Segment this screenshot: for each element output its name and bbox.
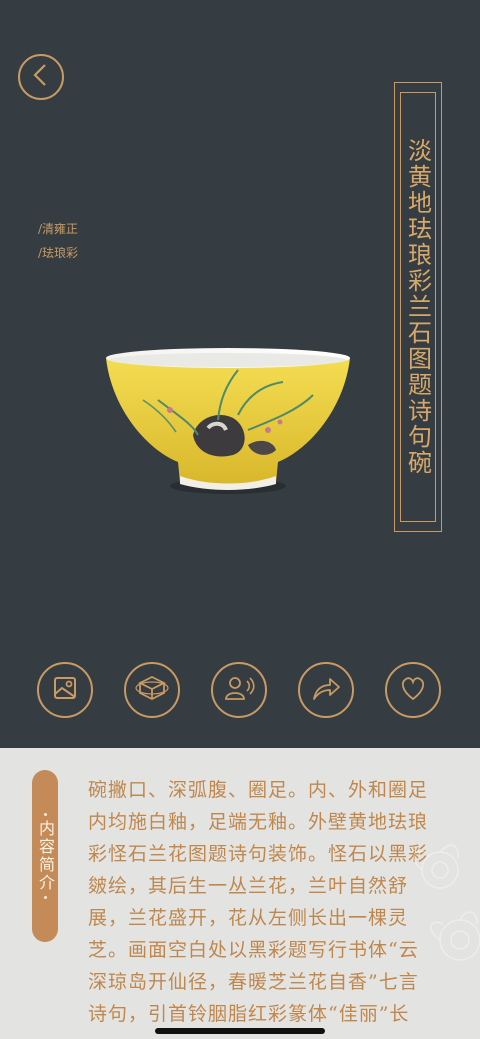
dynasty-label: /清雍正	[38, 222, 79, 236]
audio-guide-button[interactable]	[211, 662, 267, 718]
3d-cube-icon	[135, 673, 169, 707]
intro-tag-label: 内容简介	[36, 820, 55, 892]
flower-watermark-icon	[413, 844, 480, 961]
artifact-title: 淡黄地珐琅彩兰石图题诗句碗	[403, 138, 432, 476]
share-icon	[310, 673, 342, 707]
category-label: /珐琅彩	[38, 246, 79, 260]
home-indicator[interactable]	[155, 1028, 325, 1034]
action-bar	[0, 662, 480, 726]
audio-guide-icon	[223, 673, 255, 707]
intro-tag: 内容简介	[32, 770, 58, 942]
hero-section: /清雍正 /珐琅彩 淡黄地珐琅彩兰石图题诗句碗	[0, 0, 480, 748]
image-button[interactable]	[37, 662, 93, 718]
back-arrow-icon	[31, 63, 51, 91]
favorite-button[interactable]	[385, 662, 441, 718]
3d-view-button[interactable]	[124, 662, 180, 718]
title-frame: 淡黄地珐琅彩兰石图题诗句碗	[394, 82, 442, 532]
heart-icon	[398, 674, 428, 706]
bowl-image	[106, 348, 350, 494]
image-icon	[50, 673, 80, 707]
back-button[interactable]	[18, 54, 64, 100]
share-button[interactable]	[298, 662, 354, 718]
